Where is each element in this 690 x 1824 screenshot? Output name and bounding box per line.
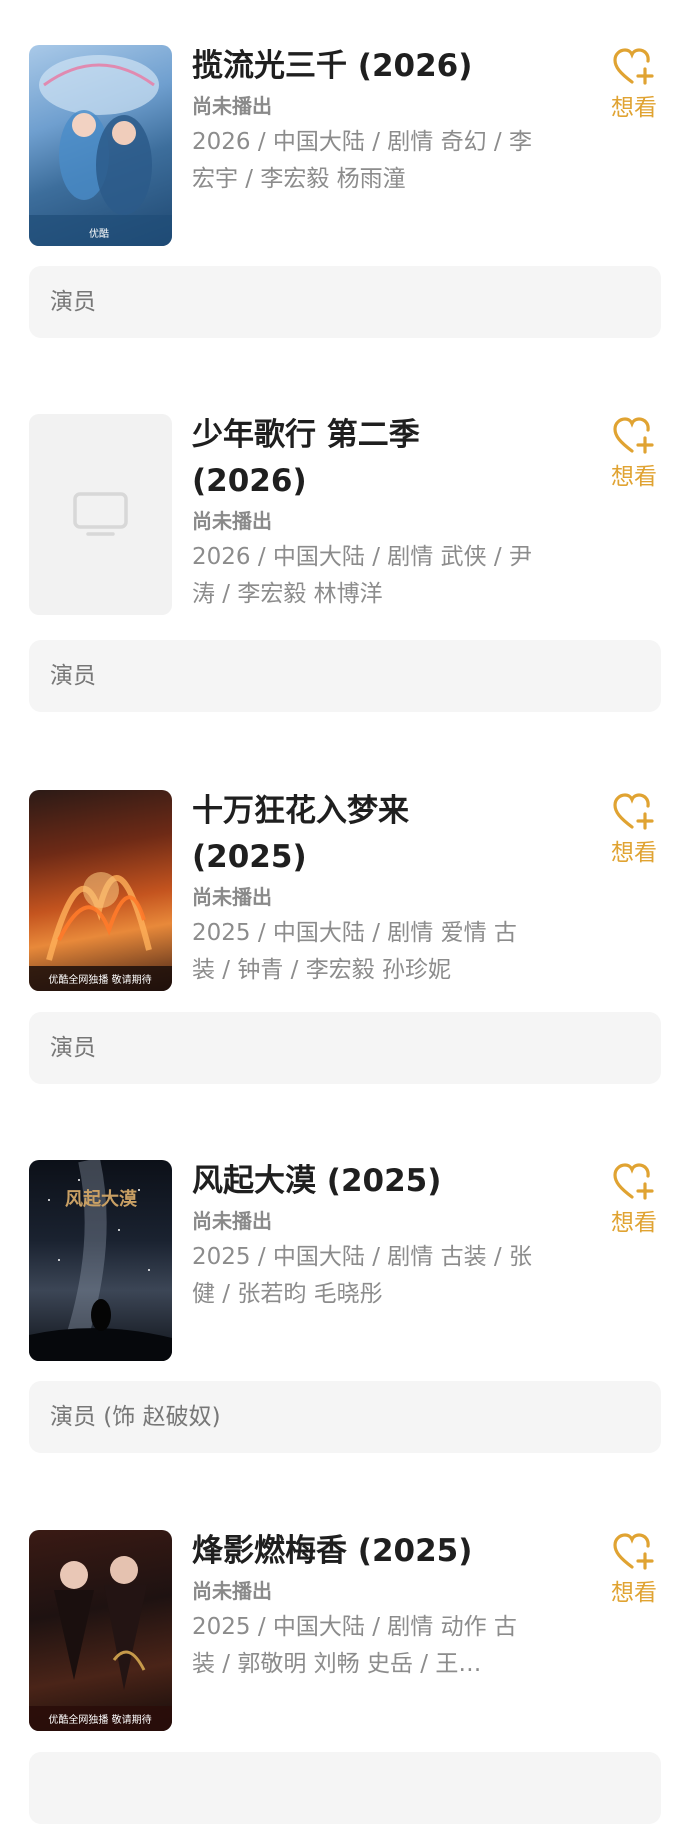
- status-text: 尚未播出: [192, 1209, 272, 1233]
- role-bar: 演员: [29, 1012, 661, 1084]
- item-meta: 2025 / 中国大陆 / 剧情 爱情 古装 / 钟青 / 李宏毅 孙珍妮: [192, 920, 517, 983]
- status-text: 尚未播出: [192, 94, 272, 118]
- want-to-watch-button[interactable]: 想看: [604, 1162, 664, 1238]
- poster-image[interactable]: 优酷全网独播 敬请期待: [29, 790, 172, 991]
- watchlist: 优酷 揽流光三千 (2026) 尚未播出 2026 / 中国大陆 / 剧情 奇幻…: [0, 0, 690, 1824]
- item-title[interactable]: 十万狂花入梦来 (2025): [192, 788, 532, 880]
- poster-caption: 优酷: [89, 227, 109, 240]
- item-title[interactable]: 揽流光三千 (2026): [192, 43, 532, 89]
- tv-icon: [73, 492, 128, 536]
- want-label: 想看: [611, 1210, 657, 1236]
- item-info: 少年歌行 第二季 (2026) 尚未播出 2026 / 中国大陆 / 剧情 武侠…: [192, 414, 532, 613]
- item-meta: 2026 / 中国大陆 / 剧情 奇幻 / 李宏宇 / 李宏毅 杨雨潼: [192, 129, 532, 192]
- want-label: 想看: [611, 1580, 657, 1606]
- role-bar: [29, 1752, 661, 1824]
- want-to-watch-button[interactable]: 想看: [604, 1532, 664, 1608]
- poster-image[interactable]: 优酷: [29, 45, 172, 246]
- item-meta: 2026 / 中国大陆 / 剧情 武侠 / 尹涛 / 李宏毅 林博洋: [192, 544, 532, 607]
- heart-plus-icon: [613, 1533, 654, 1570]
- poster-caption: 优酷全网独播 敬请期待: [48, 1713, 151, 1726]
- role-bar: 演员 (饰 赵破奴): [29, 1381, 661, 1453]
- status-text: 尚未播出: [192, 885, 272, 909]
- want-to-watch-button[interactable]: 想看: [604, 416, 664, 492]
- role-text: 演员: [50, 1035, 96, 1061]
- poster-placeholder[interactable]: [29, 414, 172, 615]
- item-title[interactable]: 风起大漠 (2025): [192, 1158, 532, 1204]
- role-bar: 演员: [29, 640, 661, 712]
- want-to-watch-button[interactable]: 想看: [604, 47, 664, 123]
- status-text: 尚未播出: [192, 1579, 272, 1603]
- want-label: 想看: [611, 840, 657, 866]
- poster-image[interactable]: 优酷全网独播 敬请期待: [29, 1530, 172, 1731]
- want-label: 想看: [611, 464, 657, 490]
- role-text: 演员 (饰 赵破奴): [50, 1404, 221, 1430]
- poster-caption: 风起大漠: [65, 1188, 138, 1210]
- heart-plus-icon: [613, 48, 654, 85]
- item-info: 烽影燃梅香 (2025) 尚未播出 2025 / 中国大陆 / 剧情 动作 古装…: [192, 1530, 532, 1683]
- heart-plus-icon: [613, 417, 654, 454]
- poster-image[interactable]: 风起大漠: [29, 1160, 172, 1361]
- item-info: 十万狂花入梦来 (2025) 尚未播出 2025 / 中国大陆 / 剧情 爱情 …: [192, 790, 532, 989]
- item-meta: 2025 / 中国大陆 / 剧情 动作 古装 / 郭敬明 刘畅 史岳 / 王…: [192, 1614, 517, 1677]
- role-text: 演员: [50, 289, 96, 315]
- want-to-watch-button[interactable]: 想看: [604, 792, 664, 868]
- role-text: 演员: [50, 663, 96, 689]
- item-title[interactable]: 烽影燃梅香 (2025): [192, 1528, 532, 1574]
- heart-plus-icon: [613, 793, 654, 830]
- heart-plus-icon: [613, 1163, 654, 1200]
- item-meta: 2025 / 中国大陆 / 剧情 古装 / 张健 / 张若昀 毛晓彤: [192, 1244, 532, 1307]
- status-text: 尚未播出: [192, 509, 272, 533]
- want-label: 想看: [611, 95, 657, 121]
- role-bar: 演员: [29, 266, 661, 338]
- item-title[interactable]: 少年歌行 第二季 (2026): [192, 412, 532, 504]
- item-info: 揽流光三千 (2026) 尚未播出 2026 / 中国大陆 / 剧情 奇幻 / …: [192, 45, 532, 198]
- poster-caption: 优酷全网独播 敬请期待: [48, 973, 151, 986]
- item-info: 风起大漠 (2025) 尚未播出 2025 / 中国大陆 / 剧情 古装 / 张…: [192, 1160, 532, 1313]
